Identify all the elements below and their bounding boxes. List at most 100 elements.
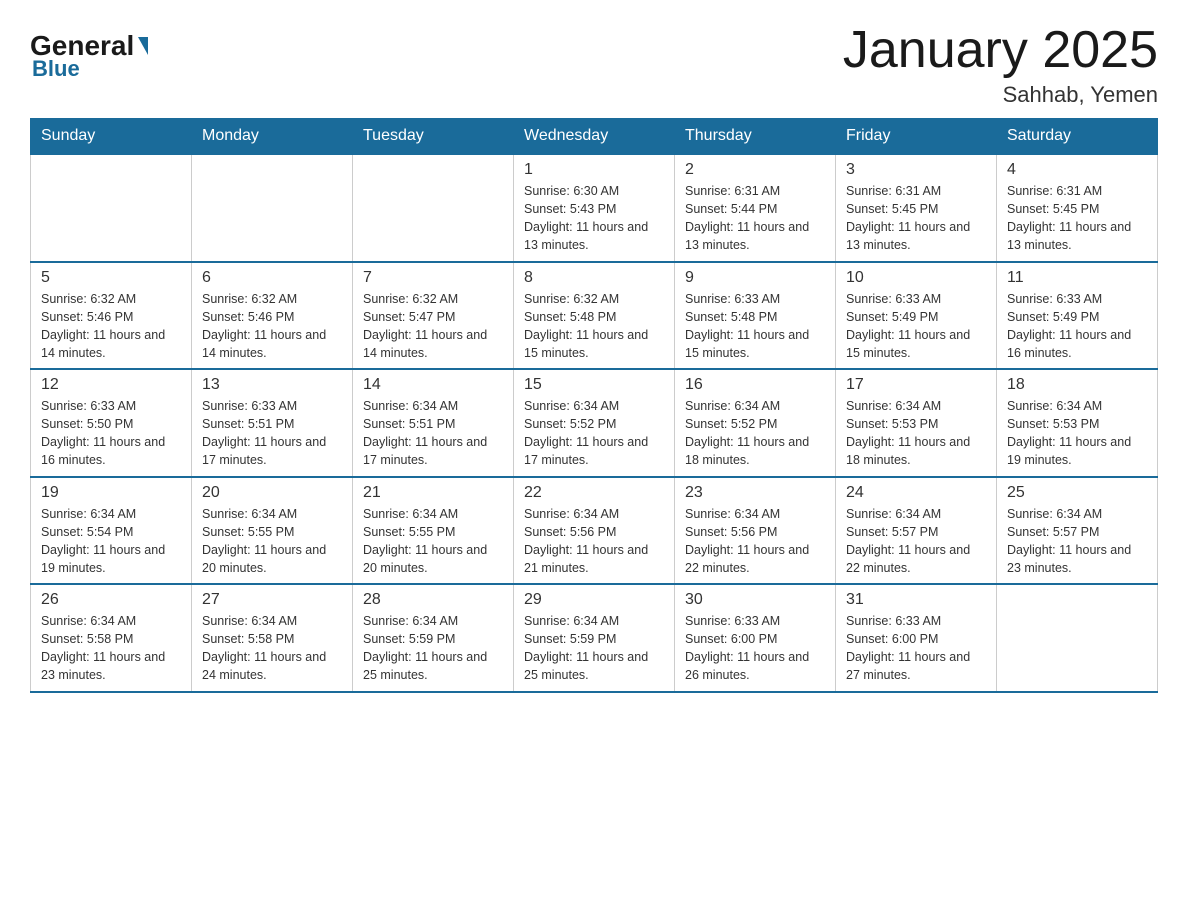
day-info: Sunrise: 6:34 AM Sunset: 5:58 PM Dayligh… [41, 612, 181, 685]
day-info: Sunrise: 6:34 AM Sunset: 5:51 PM Dayligh… [363, 397, 503, 470]
col-header-thursday: Thursday [675, 119, 836, 155]
day-number: 19 [41, 484, 181, 502]
logo: General Blue [30, 30, 148, 82]
day-info: Sunrise: 6:34 AM Sunset: 5:52 PM Dayligh… [685, 397, 825, 470]
day-number: 2 [685, 161, 825, 179]
day-number: 3 [846, 161, 986, 179]
day-number: 26 [41, 591, 181, 609]
day-number: 12 [41, 376, 181, 394]
logo-arrow-icon [138, 37, 148, 55]
day-info: Sunrise: 6:34 AM Sunset: 5:55 PM Dayligh… [363, 505, 503, 578]
calendar-cell: 26 Sunrise: 6:34 AM Sunset: 5:58 PM Dayli… [31, 584, 192, 692]
day-info: Sunrise: 6:32 AM Sunset: 5:46 PM Dayligh… [202, 290, 342, 363]
calendar-cell: 4 Sunrise: 6:31 AM Sunset: 5:45 PM Daylig… [997, 154, 1158, 262]
day-number: 8 [524, 269, 664, 287]
calendar-cell: 22 Sunrise: 6:34 AM Sunset: 5:56 PM Dayli… [514, 477, 675, 585]
day-number: 5 [41, 269, 181, 287]
calendar-cell: 27 Sunrise: 6:34 AM Sunset: 5:58 PM Dayli… [192, 584, 353, 692]
calendar-week-row: 19Sunrise: 6:34 AM Sunset: 5:54 PM Dayli… [31, 477, 1158, 585]
calendar-cell [31, 154, 192, 262]
day-number: 7 [363, 269, 503, 287]
calendar-cell [192, 154, 353, 262]
calendar-cell: 14Sunrise: 6:34 AM Sunset: 5:51 PM Dayli… [353, 369, 514, 477]
calendar-cell: 23 Sunrise: 6:34 AM Sunset: 5:56 PM Dayli… [675, 477, 836, 585]
col-header-friday: Friday [836, 119, 997, 155]
day-info: Sunrise: 6:34 AM Sunset: 5:53 PM Dayligh… [1007, 397, 1147, 470]
day-number: 15 [524, 376, 664, 394]
day-info: Sunrise: 6:33 AM Sunset: 5:50 PM Dayligh… [41, 397, 181, 470]
day-number: 17 [846, 376, 986, 394]
calendar-cell: 8 Sunrise: 6:32 AM Sunset: 5:48 PM Daylig… [514, 262, 675, 370]
month-title: January 2025 [843, 20, 1158, 80]
day-info: Sunrise: 6:32 AM Sunset: 5:46 PM Dayligh… [41, 290, 181, 363]
calendar-cell: 19Sunrise: 6:34 AM Sunset: 5:54 PM Dayli… [31, 477, 192, 585]
day-info: Sunrise: 6:34 AM Sunset: 5:56 PM Dayligh… [524, 505, 664, 578]
calendar-cell: 7 Sunrise: 6:32 AM Sunset: 5:47 PM Daylig… [353, 262, 514, 370]
day-number: 31 [846, 591, 986, 609]
calendar-table: SundayMondayTuesdayWednesdayThursdayFrid… [30, 118, 1158, 693]
calendar-cell: 9 Sunrise: 6:33 AM Sunset: 5:48 PM Daylig… [675, 262, 836, 370]
calendar-cell: 15Sunrise: 6:34 AM Sunset: 5:52 PM Dayli… [514, 369, 675, 477]
calendar-week-row: 5 Sunrise: 6:32 AM Sunset: 5:46 PM Daylig… [31, 262, 1158, 370]
calendar-cell: 1Sunrise: 6:30 AM Sunset: 5:43 PM Daylig… [514, 154, 675, 262]
calendar-cell: 18Sunrise: 6:34 AM Sunset: 5:53 PM Dayli… [997, 369, 1158, 477]
day-number: 23 [685, 484, 825, 502]
day-number: 16 [685, 376, 825, 394]
day-info: Sunrise: 6:33 AM Sunset: 5:51 PM Dayligh… [202, 397, 342, 470]
col-header-tuesday: Tuesday [353, 119, 514, 155]
calendar-cell: 30Sunrise: 6:33 AM Sunset: 6:00 PM Dayli… [675, 584, 836, 692]
day-number: 21 [363, 484, 503, 502]
day-number: 9 [685, 269, 825, 287]
calendar-cell: 25 Sunrise: 6:34 AM Sunset: 5:57 PM Dayli… [997, 477, 1158, 585]
day-info: Sunrise: 6:31 AM Sunset: 5:45 PM Dayligh… [1007, 182, 1147, 255]
calendar-cell: 20Sunrise: 6:34 AM Sunset: 5:55 PM Dayli… [192, 477, 353, 585]
page-header: General Blue January 2025 Sahhab, Yemen [30, 20, 1158, 108]
calendar-cell: 28Sunrise: 6:34 AM Sunset: 5:59 PM Dayli… [353, 584, 514, 692]
day-number: 4 [1007, 161, 1147, 179]
day-info: Sunrise: 6:31 AM Sunset: 5:45 PM Dayligh… [846, 182, 986, 255]
day-number: 6 [202, 269, 342, 287]
calendar-week-row: 12 Sunrise: 6:33 AM Sunset: 5:50 PM Dayli… [31, 369, 1158, 477]
location-title: Sahhab, Yemen [843, 82, 1158, 108]
day-number: 24 [846, 484, 986, 502]
day-number: 10 [846, 269, 986, 287]
day-number: 20 [202, 484, 342, 502]
calendar-cell: 5 Sunrise: 6:32 AM Sunset: 5:46 PM Daylig… [31, 262, 192, 370]
day-number: 27 [202, 591, 342, 609]
calendar-week-row: 26 Sunrise: 6:34 AM Sunset: 5:58 PM Dayli… [31, 584, 1158, 692]
calendar-cell: 29Sunrise: 6:34 AM Sunset: 5:59 PM Dayli… [514, 584, 675, 692]
day-info: Sunrise: 6:32 AM Sunset: 5:47 PM Dayligh… [363, 290, 503, 363]
calendar-cell: 31 Sunrise: 6:33 AM Sunset: 6:00 PM Dayli… [836, 584, 997, 692]
calendar-cell: 11Sunrise: 6:33 AM Sunset: 5:49 PM Dayli… [997, 262, 1158, 370]
day-info: Sunrise: 6:34 AM Sunset: 5:53 PM Dayligh… [846, 397, 986, 470]
day-info: Sunrise: 6:32 AM Sunset: 5:48 PM Dayligh… [524, 290, 664, 363]
day-info: Sunrise: 6:30 AM Sunset: 5:43 PM Dayligh… [524, 182, 664, 255]
calendar-cell: 13 Sunrise: 6:33 AM Sunset: 5:51 PM Dayli… [192, 369, 353, 477]
calendar-cell: 17 Sunrise: 6:34 AM Sunset: 5:53 PM Dayli… [836, 369, 997, 477]
day-number: 25 [1007, 484, 1147, 502]
calendar-cell: 6 Sunrise: 6:32 AM Sunset: 5:46 PM Daylig… [192, 262, 353, 370]
day-info: Sunrise: 6:34 AM Sunset: 5:57 PM Dayligh… [846, 505, 986, 578]
day-number: 13 [202, 376, 342, 394]
calendar-cell: 3 Sunrise: 6:31 AM Sunset: 5:45 PM Daylig… [836, 154, 997, 262]
col-header-wednesday: Wednesday [514, 119, 675, 155]
col-header-sunday: Sunday [31, 119, 192, 155]
calendar-cell: 12 Sunrise: 6:33 AM Sunset: 5:50 PM Dayli… [31, 369, 192, 477]
calendar-cell: 10 Sunrise: 6:33 AM Sunset: 5:49 PM Dayli… [836, 262, 997, 370]
calendar-cell: 16 Sunrise: 6:34 AM Sunset: 5:52 PM Dayli… [675, 369, 836, 477]
day-info: Sunrise: 6:33 AM Sunset: 5:48 PM Dayligh… [685, 290, 825, 363]
day-info: Sunrise: 6:34 AM Sunset: 5:56 PM Dayligh… [685, 505, 825, 578]
day-number: 22 [524, 484, 664, 502]
day-info: Sunrise: 6:34 AM Sunset: 5:58 PM Dayligh… [202, 612, 342, 685]
calendar-header-row: SundayMondayTuesdayWednesdayThursdayFrid… [31, 119, 1158, 155]
day-info: Sunrise: 6:34 AM Sunset: 5:57 PM Dayligh… [1007, 505, 1147, 578]
day-info: Sunrise: 6:33 AM Sunset: 5:49 PM Dayligh… [846, 290, 986, 363]
day-info: Sunrise: 6:33 AM Sunset: 6:00 PM Dayligh… [846, 612, 986, 685]
day-number: 11 [1007, 269, 1147, 287]
day-info: Sunrise: 6:34 AM Sunset: 5:59 PM Dayligh… [363, 612, 503, 685]
day-info: Sunrise: 6:31 AM Sunset: 5:44 PM Dayligh… [685, 182, 825, 255]
calendar-cell [997, 584, 1158, 692]
logo-blue-text: Blue [32, 56, 80, 82]
calendar-week-row: 1Sunrise: 6:30 AM Sunset: 5:43 PM Daylig… [31, 154, 1158, 262]
col-header-saturday: Saturday [997, 119, 1158, 155]
